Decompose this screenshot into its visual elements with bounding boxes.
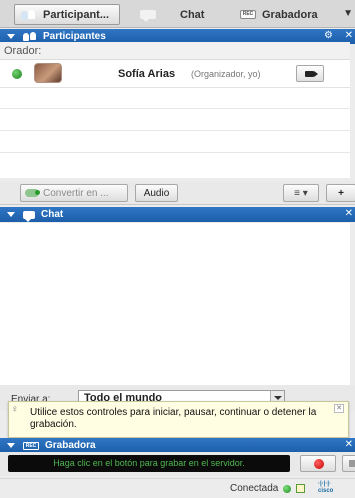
camera-icon xyxy=(305,71,318,77)
tab-menu-chevron-icon[interactable]: ▼ xyxy=(343,8,353,19)
add-participant-button[interactable]: + xyxy=(326,184,355,202)
tooltip-text: Utilice estos controles para iniciar, pa… xyxy=(30,407,317,430)
chat-bubble-icon xyxy=(140,10,156,22)
list-options-button[interactable]: ≡ ▾ xyxy=(283,184,319,202)
chat-messages-area[interactable] xyxy=(0,223,350,385)
participants-toolbar: Convertir en ... Audio ≡ ▾ + xyxy=(0,181,355,205)
record-button[interactable] xyxy=(300,455,336,472)
recorder-controls: Haga clic en el botón para grabar en el … xyxy=(0,452,355,476)
tab-chat-label: Chat xyxy=(180,8,205,21)
participant-row[interactable]: Sofía Arias (Organizador, yo) xyxy=(0,60,350,88)
panel-close-icon[interactable]: ✕ xyxy=(345,30,353,41)
tab-chat[interactable]: Chat xyxy=(132,4,222,25)
recorder-status-text: Haga clic en el botón para grabar en el … xyxy=(8,455,290,472)
logo-text: cisco xyxy=(318,488,334,494)
cisco-logo: ·|·|·|· cisco xyxy=(318,481,354,495)
collapse-caret-icon[interactable] xyxy=(7,34,15,39)
list-divider xyxy=(0,108,350,109)
people-icon xyxy=(21,9,37,20)
panel-close-icon[interactable]: ✕ xyxy=(345,439,353,450)
recorder-panel-header[interactable]: REC Grabadora ✕ xyxy=(0,438,355,453)
collapse-caret-icon[interactable] xyxy=(7,443,15,448)
convert-icon xyxy=(25,189,40,197)
status-dot-icon xyxy=(12,69,22,79)
collapse-caret-icon[interactable] xyxy=(7,212,15,217)
status-bar: Conectada ·|·|·|· cisco xyxy=(0,478,355,498)
recorder-tooltip: ♀ Utilice estos controles para iniciar, … xyxy=(8,401,349,438)
participant-role: (Organizador, yo) xyxy=(191,69,261,79)
tab-participants[interactable]: Participant... xyxy=(14,4,120,25)
rec-icon: REC xyxy=(240,10,256,19)
stop-button[interactable] xyxy=(342,455,355,472)
avatar xyxy=(34,63,62,83)
list-divider xyxy=(0,152,350,153)
panel-tab-bar: Participant... Chat REC Grabadora ▼ xyxy=(0,0,355,28)
tab-participants-label: Participant... xyxy=(43,8,110,21)
audio-button[interactable]: Audio xyxy=(135,184,178,202)
chat-panel-header[interactable]: Chat ✕ xyxy=(0,207,355,222)
connection-dot-icon xyxy=(283,485,291,493)
convert-to-label: Convertir en ... xyxy=(43,187,109,199)
chat-bubble-icon xyxy=(23,210,35,222)
people-icon xyxy=(23,32,37,41)
gear-icon[interactable]: ⚙ xyxy=(324,30,333,41)
close-icon[interactable]: ✕ xyxy=(334,404,344,413)
presenter-group-label: Orador: xyxy=(0,42,350,60)
panel-close-icon[interactable]: ✕ xyxy=(345,208,353,219)
convert-to-button[interactable]: Convertir en ... xyxy=(20,184,128,202)
connection-status: Conectada xyxy=(230,483,279,494)
chat-panel-title: Chat xyxy=(41,209,64,220)
rec-icon: REC xyxy=(23,441,39,450)
participant-name: Sofía Arias xyxy=(118,68,176,80)
recorder-panel-title: Grabadora xyxy=(45,440,96,451)
tab-recorder[interactable]: REC Grabadora xyxy=(232,4,344,25)
list-divider xyxy=(0,130,350,131)
lightbulb-icon: ♀ xyxy=(11,404,19,415)
video-camera-button[interactable] xyxy=(296,65,324,82)
tab-recorder-label: Grabadora xyxy=(262,8,318,21)
lock-icon xyxy=(296,484,305,493)
participants-list: Orador: Sofía Arias (Organizador, yo) xyxy=(0,42,350,178)
participants-panel-title: Participantes xyxy=(43,31,106,42)
logo-bars: ·|·|·|· xyxy=(318,481,332,487)
